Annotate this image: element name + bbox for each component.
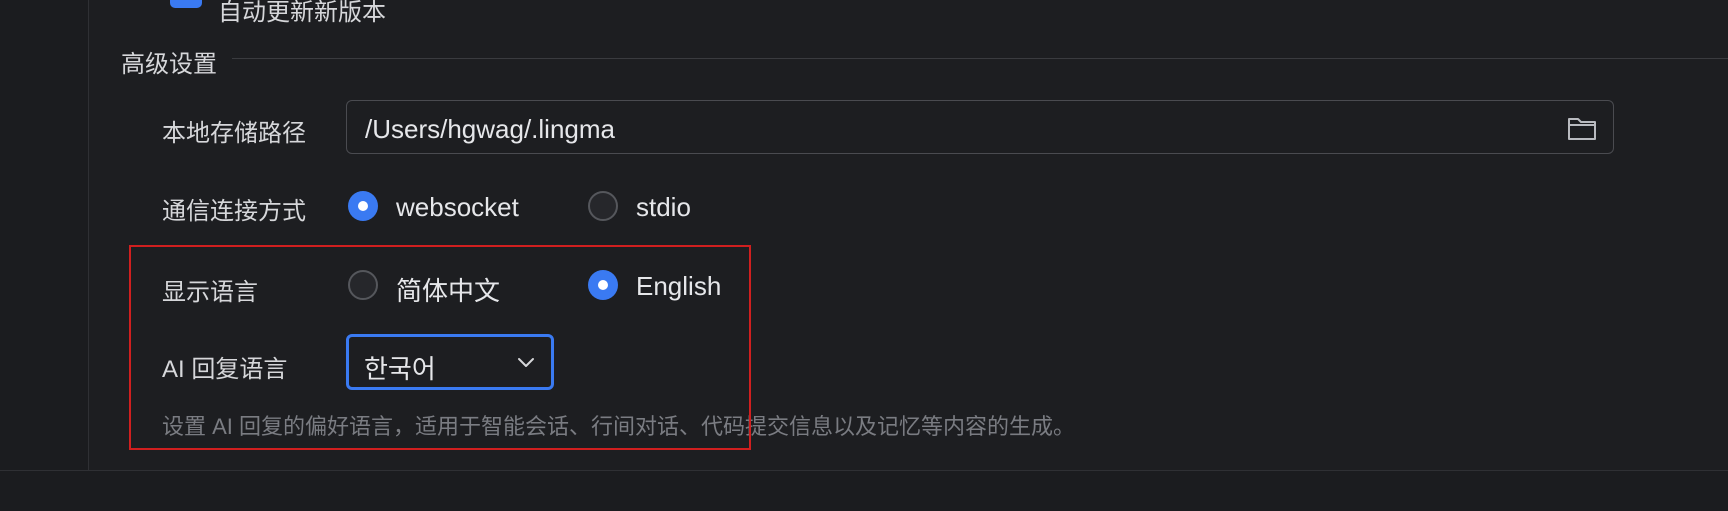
highlight-box <box>129 245 751 450</box>
storage-path-field[interactable]: /Users/hgwag/.lingma <box>346 100 1614 154</box>
bottom-bar <box>0 470 1728 511</box>
section-title: 高级设置 <box>121 51 217 78</box>
section-divider <box>232 58 1728 59</box>
left-panel <box>0 0 89 470</box>
auto-update-checkbox[interactable] <box>170 0 202 8</box>
radio-stdio[interactable] <box>588 191 618 221</box>
radio-stdio-label: stdio <box>636 192 691 222</box>
radio-websocket-label: websocket <box>396 192 519 222</box>
folder-icon[interactable] <box>1567 115 1597 141</box>
auto-update-label: 自动更新新版本 <box>218 0 386 26</box>
storage-path-label: 本地存储路径 <box>162 120 306 147</box>
connection-label: 通信连接方式 <box>162 198 306 225</box>
radio-websocket[interactable] <box>348 191 378 221</box>
storage-path-value: /Users/hgwag/.lingma <box>365 114 615 144</box>
